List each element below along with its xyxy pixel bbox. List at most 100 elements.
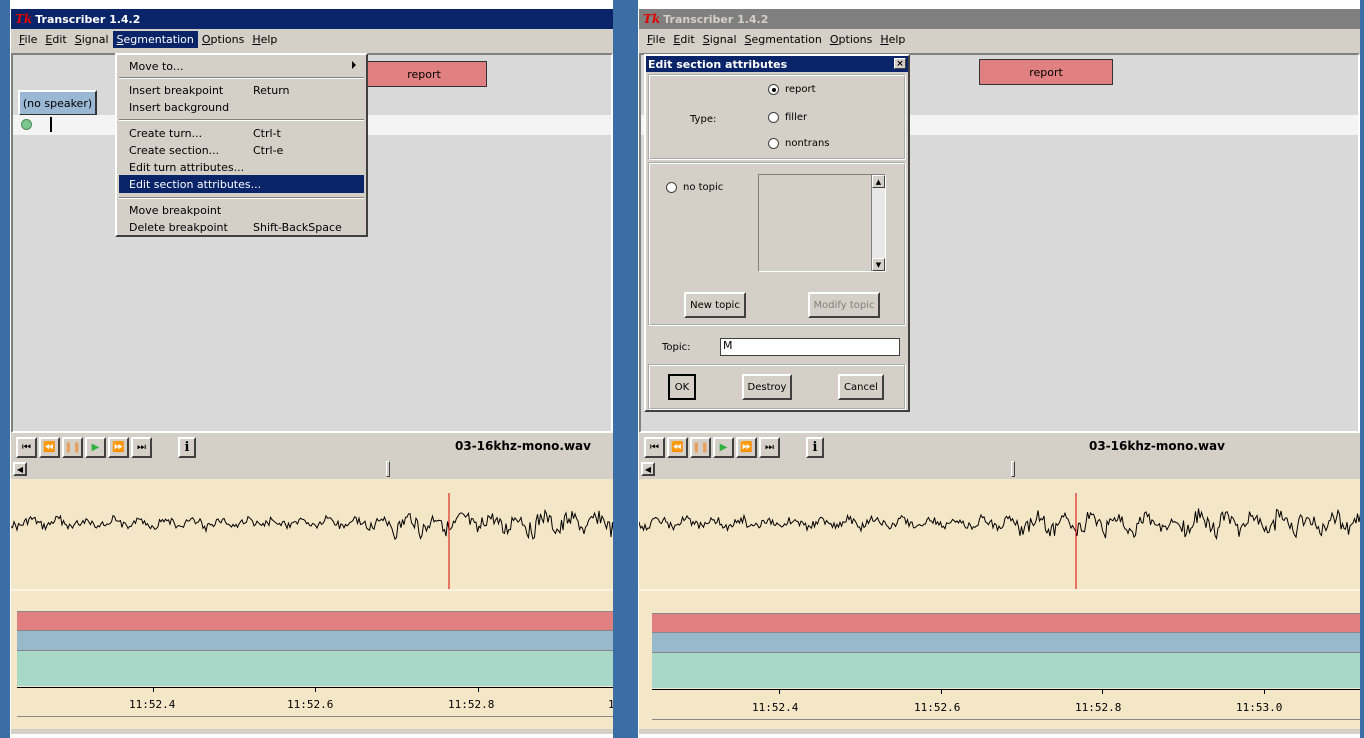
rewind-icon[interactable]: ⏪	[39, 437, 60, 458]
bottom-divider	[652, 719, 1360, 720]
menu-segmentation[interactable]: Segmentation	[112, 30, 198, 48]
audio-filename: 03-16khz-mono.wav	[455, 439, 591, 453]
menu-item-create-section[interactable]: Create section... Ctrl-e	[119, 141, 364, 159]
fast-forward-icon[interactable]: ⏩	[736, 437, 757, 458]
time-label: 1	[608, 698, 613, 711]
menu-item-edit-section-attributes[interactable]: Edit section attributes...	[119, 175, 364, 193]
menu-help[interactable]: Help	[876, 31, 909, 48]
axis-tick	[153, 687, 154, 692]
player-controls: ⏮ ⏪ ❚❚ ▶ ⏩ ⏭ i 03-16khz-mono.wav	[11, 435, 613, 459]
axis-tick	[941, 689, 942, 694]
radio-icon	[768, 112, 779, 123]
menu-file[interactable]: File	[643, 31, 669, 48]
type-radio-filler[interactable]: filler	[768, 112, 807, 123]
horizontal-scrollbar[interactable]: ◀	[11, 461, 613, 477]
transcriber-window-left: Tk Transcriber 1.4.2 File Edit Signal Se…	[10, 8, 613, 734]
modify-topic-button[interactable]: Modify topic	[808, 292, 880, 318]
menu-item-edit-turn-attributes[interactable]: Edit turn attributes...	[119, 158, 364, 176]
vertical-scrollbar[interactable]: ▲ ▼	[871, 175, 885, 271]
play-icon[interactable]: ▶	[713, 437, 734, 458]
first-icon[interactable]: ⏮	[16, 437, 37, 458]
fast-forward-icon[interactable]: ⏩	[108, 437, 129, 458]
time-label: 11:53.0	[1236, 701, 1283, 714]
horizontal-scrollbar[interactable]: ◀	[639, 461, 1360, 477]
turn-band[interactable]	[17, 650, 613, 686]
scroll-left-icon[interactable]: ◀	[13, 462, 27, 476]
menu-item-move-breakpoint[interactable]: Move breakpoint	[119, 201, 364, 219]
dialog-title[interactable]: Edit section attributes ×	[646, 56, 908, 72]
scroll-thumb[interactable]	[1011, 461, 1015, 477]
menu-item-create-turn[interactable]: Create turn... Ctrl-t	[119, 124, 364, 142]
bottom-divider	[17, 716, 613, 717]
desktop-background	[613, 0, 638, 738]
info-icon[interactable]: i	[178, 437, 196, 458]
section-button[interactable]: report	[979, 59, 1113, 85]
scroll-thumb[interactable]	[386, 461, 390, 477]
section-button[interactable]: report	[361, 61, 487, 87]
menu-item-insert-background[interactable]: Insert background	[119, 98, 364, 116]
radio-icon	[768, 138, 779, 149]
menu-signal[interactable]: Signal	[71, 31, 113, 48]
pause-icon[interactable]: ❚❚	[62, 437, 83, 458]
menu-edit[interactable]: Edit	[669, 31, 698, 48]
no-topic-radio[interactable]: no topic	[666, 182, 723, 193]
speaker-band[interactable]	[652, 632, 1360, 652]
submenu-arrow-icon	[352, 61, 356, 69]
menu-bar: File Edit Signal Segmentation Options He…	[639, 29, 1360, 49]
turn-band[interactable]	[652, 652, 1360, 688]
type-frame: Type: report filler nontrans	[648, 74, 906, 160]
menu-options[interactable]: Options	[826, 31, 876, 48]
new-topic-button[interactable]: New topic	[684, 292, 746, 318]
scroll-up-icon[interactable]: ▲	[872, 175, 885, 188]
turn-marker-icon[interactable]	[21, 119, 32, 130]
cancel-button[interactable]: Cancel	[838, 374, 884, 400]
menu-help[interactable]: Help	[248, 31, 281, 48]
ok-button[interactable]: OK	[668, 374, 696, 400]
first-icon[interactable]: ⏮	[644, 437, 665, 458]
button-frame: OK Destroy Cancel	[648, 364, 906, 410]
menu-file[interactable]: File	[15, 31, 41, 48]
signal-view[interactable]: 11:52.4 11:52.6 11:52.8 1	[11, 479, 613, 729]
window-title: Transcriber 1.4.2	[35, 12, 141, 26]
section-band[interactable]	[652, 613, 1360, 632]
menu-signal[interactable]: Signal	[699, 31, 741, 48]
rewind-icon[interactable]: ⏪	[667, 437, 688, 458]
close-icon[interactable]: ×	[894, 58, 906, 69]
destroy-button[interactable]: Destroy	[742, 374, 792, 400]
waveform	[11, 493, 613, 591]
topic-list[interactable]: ▲ ▼	[758, 174, 886, 272]
time-label: 11:52.6	[914, 701, 961, 714]
scroll-left-icon[interactable]: ◀	[641, 462, 655, 476]
title-bar[interactable]: Tk Transcriber 1.4.2	[639, 9, 1360, 29]
last-icon[interactable]: ⏭	[131, 437, 152, 458]
last-icon[interactable]: ⏭	[759, 437, 780, 458]
type-radio-report[interactable]: report	[768, 84, 816, 95]
player-controls: ⏮ ⏪ ❚❚ ▶ ⏩ ⏭ i 03-16khz-mono.wav	[639, 435, 1360, 459]
section-band[interactable]	[17, 611, 613, 630]
axis-tick	[315, 687, 316, 692]
speaker-band[interactable]	[17, 630, 613, 650]
desktop-background	[1360, 0, 1364, 738]
menu-segmentation[interactable]: Segmentation	[741, 31, 826, 48]
menu-options[interactable]: Options	[198, 31, 248, 48]
info-icon[interactable]: i	[806, 437, 824, 458]
speaker-button[interactable]: (no speaker)	[18, 90, 97, 116]
topic-input[interactable]: M	[720, 338, 900, 356]
axis-tick	[1264, 689, 1265, 694]
menu-item-move-to[interactable]: Move to...	[119, 57, 364, 75]
title-bar[interactable]: Tk Transcriber 1.4.2	[11, 9, 613, 29]
time-label: 11:52.8	[1075, 701, 1122, 714]
type-radio-nontrans[interactable]: nontrans	[768, 138, 830, 149]
pause-icon[interactable]: ❚❚	[690, 437, 711, 458]
menu-item-insert-breakpoint[interactable]: Insert breakpoint Return	[119, 81, 364, 99]
time-label: 11:52.6	[287, 698, 334, 711]
menu-edit[interactable]: Edit	[41, 31, 70, 48]
menu-item-delete-breakpoint[interactable]: Delete breakpoint Shift-BackSpace	[119, 218, 364, 236]
axis-tick	[1102, 689, 1103, 694]
topic-row: Topic: M	[648, 338, 906, 360]
signal-view[interactable]: 11:52.4 11:52.6 11:52.8 11:53.0	[639, 479, 1360, 729]
tk-logo-icon: Tk	[643, 12, 661, 26]
play-icon[interactable]: ▶	[85, 437, 106, 458]
menu-bar: File Edit Signal Segmentation Options He…	[11, 29, 613, 49]
scroll-down-icon[interactable]: ▼	[872, 258, 885, 271]
